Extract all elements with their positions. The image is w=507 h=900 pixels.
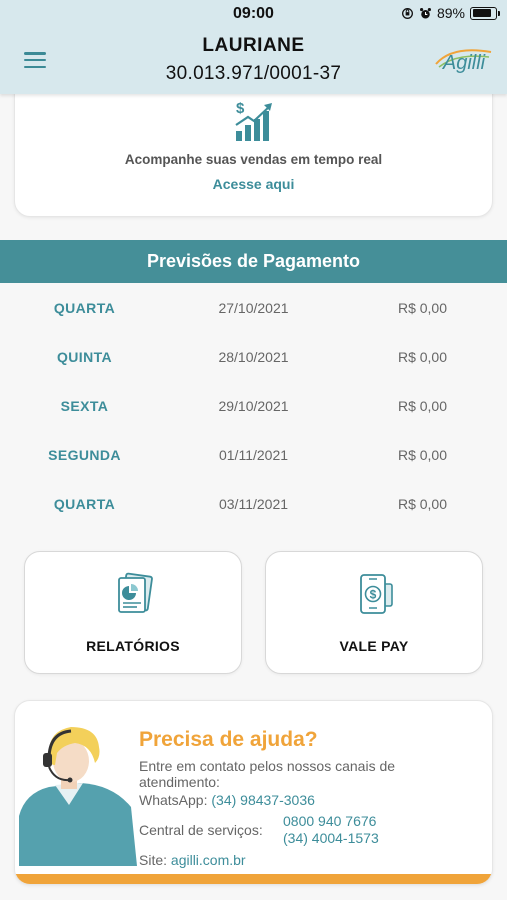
payment-day: SEXTA: [60, 398, 109, 414]
payment-value: R$ 0,00: [397, 300, 448, 316]
reports-button[interactable]: RELATÓRIOS: [24, 551, 242, 674]
payment-date: 03/11/2021: [218, 496, 289, 512]
payment-date: 27/10/2021: [218, 300, 289, 316]
payment-day: QUARTA: [53, 300, 116, 316]
svg-text:$: $: [236, 100, 245, 117]
payment-row: QUARTA 03/11/2021 R$ 0,00: [0, 479, 507, 528]
alarm-icon: [419, 7, 431, 19]
reports-label: RELATÓRIOS: [86, 638, 180, 654]
payment-day: QUARTA: [53, 496, 116, 512]
support-agent-icon: [19, 727, 137, 866]
payment-day: QUINTA: [56, 349, 113, 365]
sales-card-text: Acompanhe suas vendas em tempo real: [124, 152, 383, 167]
vale-pay-label: VALE PAY: [339, 638, 409, 654]
help-title: Precisa de ajuda?: [139, 728, 318, 751]
merchant-name: LAURIANE: [202, 35, 305, 56]
orientation-lock-icon: [401, 7, 413, 19]
help-description: Entre em contato pelos nossos canais de …: [139, 758, 396, 790]
help-whatsapp: WhatsApp: (34) 98437-3036: [139, 792, 315, 808]
help-card: Precisa de ajuda? Entre em contato pelos…: [14, 700, 493, 885]
app-header: 09:00 89% LAURIANE 30.013.971/0001-37 Ag…: [0, 0, 507, 94]
whatsapp-label: WhatsApp:: [139, 792, 208, 808]
central-phone-2[interactable]: (34) 4004-1573: [283, 830, 379, 847]
central-phones: 0800 940 7676 (34) 4004-1573: [283, 813, 379, 847]
payments-title: Previsões de Pagamento: [0, 240, 507, 283]
payment-row: SEXTA 29/10/2021 R$ 0,00: [0, 381, 507, 430]
merchant-cnpj: 30.013.971/0001-37: [165, 63, 342, 84]
svg-text:Agilli: Agilli: [442, 52, 486, 74]
site-link[interactable]: agilli.com.br: [171, 852, 246, 868]
payments-list: QUARTA 27/10/2021 R$ 0,00 QUINTA 28/10/2…: [0, 283, 507, 528]
battery-icon: [470, 6, 500, 20]
central-label: Central de serviços:: [139, 822, 263, 838]
payment-day: SEGUNDA: [48, 447, 121, 463]
whatsapp-link[interactable]: (34) 98437-3036: [211, 792, 315, 808]
help-site: Site: agilli.com.br: [139, 852, 246, 868]
vale-pay-icon: $: [360, 574, 393, 614]
vale-pay-button[interactable]: $ VALE PAY: [265, 551, 483, 674]
sales-growth-icon: $: [235, 100, 272, 141]
sales-card: $ Acompanhe suas vendas em tempo real Ac…: [14, 78, 493, 217]
payment-value: R$ 0,00: [397, 349, 448, 365]
agilli-logo: Agilli: [435, 49, 492, 74]
access-link[interactable]: Acesse aqui: [15, 176, 492, 192]
payment-date: 01/11/2021: [218, 447, 289, 463]
help-accent-bar: [15, 874, 492, 884]
payment-value: R$ 0,00: [397, 398, 448, 414]
payment-value: R$ 0,00: [397, 496, 448, 512]
payment-date: 28/10/2021: [218, 349, 289, 365]
payment-row: QUARTA 27/10/2021 R$ 0,00: [0, 283, 507, 332]
battery-level: [472, 9, 492, 17]
payment-row: SEGUNDA 01/11/2021 R$ 0,00: [0, 430, 507, 479]
payment-row: QUINTA 28/10/2021 R$ 0,00: [0, 332, 507, 381]
battery-percent: 89%: [436, 5, 465, 21]
central-phone-1[interactable]: 0800 940 7676: [283, 813, 379, 830]
payment-date: 29/10/2021: [218, 398, 289, 414]
payment-value: R$ 0,00: [397, 447, 448, 463]
status-right: 89%: [401, 5, 500, 21]
reports-icon: [118, 572, 153, 613]
site-label: Site:: [139, 852, 168, 868]
svg-text:$: $: [370, 588, 377, 602]
